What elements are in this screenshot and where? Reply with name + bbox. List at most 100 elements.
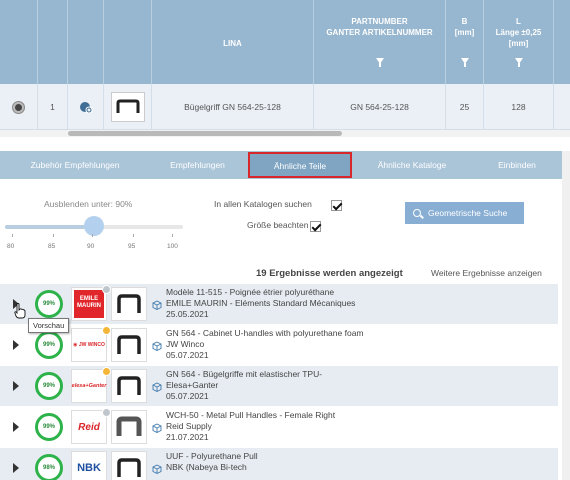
- table-row[interactable]: 1 Bügelgriff GN 564-25-128 GN 564-25-128…: [0, 84, 570, 130]
- supplier-logo[interactable]: Reid: [71, 410, 107, 444]
- supplier-logo[interactable]: NBK: [71, 451, 107, 480]
- result-row[interactable]: 98% NBK UUF - Polyurethane Pull NBK (Nab…: [0, 448, 558, 480]
- product-thumbnail[interactable]: [110, 92, 145, 122]
- handle-icon: [117, 294, 141, 313]
- search-all-catalogs-checkbox[interactable]: [331, 200, 342, 211]
- geometric-search-button[interactable]: Geometrische Suche: [405, 202, 524, 224]
- search-all-catalogs-label: In allen Katalogen suchen: [214, 199, 312, 209]
- header-lina-label: LINA: [223, 39, 242, 48]
- consider-size-label: Größe beachten: [247, 220, 309, 230]
- table-header: LINA PARTNUMBER GANTER ARTIKELNUMMER B […: [0, 0, 570, 84]
- supplier-badge-icon: [102, 285, 111, 294]
- product-thumbnail[interactable]: [111, 287, 147, 321]
- similarity-slider-thumb[interactable]: [84, 216, 104, 236]
- consider-size-checkbox[interactable]: [310, 221, 321, 232]
- filter-icon[interactable]: [514, 58, 523, 67]
- result-title[interactable]: WCH-50 - Metal Pull Handles - Female Rig…: [166, 410, 335, 421]
- result-row[interactable]: 99% ◉ JW WINCO GN 564 - Cabinet U-handle…: [0, 325, 558, 365]
- supplier-badge-icon: [102, 408, 111, 417]
- tab-similar-parts[interactable]: Ähnliche Teile: [248, 152, 352, 178]
- product-thumbnail[interactable]: [111, 369, 147, 403]
- handle-icon: [117, 458, 141, 477]
- result-title[interactable]: GN 564 - Bügelgriffe mit elastischer TPU…: [166, 369, 322, 380]
- header-b[interactable]: B [mm]: [446, 0, 484, 84]
- result-row[interactable]: 99% EMILE MAURIN Modèle 11-515 - Poignée …: [0, 284, 558, 324]
- result-row[interactable]: 99% Reid WCH-50 - Metal Pull Handles - F…: [0, 407, 558, 447]
- 3d-cube-icon[interactable]: [152, 382, 162, 392]
- slider-tick-label: 95: [128, 243, 136, 250]
- handle-icon: [116, 99, 139, 113]
- cart-icon[interactable]: [79, 101, 93, 113]
- result-date: 21.07.2021: [166, 432, 209, 442]
- header-actions: [68, 0, 104, 84]
- tab-accessory-recommendations[interactable]: Zubehör Empfehlungen: [0, 151, 150, 179]
- expand-caret-icon[interactable]: [13, 422, 19, 432]
- 3d-cube-icon[interactable]: [152, 300, 162, 310]
- 3d-cube-icon[interactable]: [152, 341, 162, 351]
- result-date: 05.07.2021: [166, 391, 209, 401]
- header-lina[interactable]: LINA: [152, 0, 314, 84]
- result-row[interactable]: 99% elesa+Ganter GN 564 - Bügelgriffe mi…: [0, 366, 558, 406]
- result-text: WCH-50 - Metal Pull Handles - Female Rig…: [166, 410, 335, 443]
- header-l[interactable]: L Länge ±0,25 [mm]: [484, 0, 554, 84]
- supplier-logo[interactable]: elesa+Ganter: [71, 369, 107, 403]
- result-title[interactable]: Modèle 11-515 - Poignée étrier polyuréth…: [166, 287, 355, 298]
- slider-tick-mark: [53, 234, 54, 237]
- header-l-label: L Länge ±0,25 [mm]: [495, 17, 542, 48]
- row-actions[interactable]: [68, 84, 104, 130]
- result-supplier: EMILE MAURIN - Eléments Standard Mécaniq…: [166, 298, 356, 308]
- row-partnumber: GN 564-25-128: [314, 84, 446, 130]
- supplier-badge-icon: [102, 326, 111, 335]
- product-thumbnail[interactable]: [111, 451, 147, 480]
- result-text: Modèle 11-515 - Poignée étrier polyuréth…: [166, 287, 355, 320]
- match-percent-badge: 98%: [35, 454, 63, 480]
- parts-table: LINA PARTNUMBER GANTER ARTIKELNUMMER B […: [0, 0, 570, 140]
- handle-icon: [117, 376, 141, 395]
- search-icon: [413, 209, 421, 217]
- product-thumbnail[interactable]: [111, 328, 147, 362]
- header-index: [38, 0, 68, 84]
- tab-embed[interactable]: Einbinden: [472, 151, 562, 179]
- 3d-cube-icon[interactable]: [152, 423, 162, 433]
- slider-tick-mark: [172, 234, 173, 237]
- more-results-link[interactable]: Weitere Ergebnisse anzeigen: [431, 268, 542, 278]
- vertical-scrollbar[interactable]: [562, 151, 570, 480]
- result-text: UUF - Polyurethane Pull NBK (Nabeya Bi-t…: [166, 451, 258, 473]
- header-partnumber[interactable]: PARTNUMBER GANTER ARTIKELNUMMER: [314, 0, 446, 84]
- expand-caret-icon[interactable]: [13, 340, 19, 350]
- result-text: GN 564 - Bügelgriffe mit elastischer TPU…: [166, 369, 322, 402]
- supplier-badge-icon: [102, 367, 111, 376]
- row-image[interactable]: [104, 84, 152, 130]
- hide-below-label: Ausblenden unter: 90%: [44, 199, 133, 209]
- filter-icon[interactable]: [460, 58, 469, 67]
- supplier-logo[interactable]: ◉ JW WINCO: [71, 328, 107, 362]
- match-percent-badge: 99%: [35, 290, 63, 318]
- result-title[interactable]: UUF - Polyurethane Pull: [166, 451, 258, 462]
- header-select: [0, 0, 38, 84]
- filter-icon[interactable]: [375, 58, 384, 67]
- radio-button[interactable]: [13, 101, 24, 113]
- header-image: [104, 0, 152, 84]
- row-lina: Bügelgriff GN 564-25-128: [152, 84, 314, 130]
- result-date: 05.07.2021: [166, 350, 209, 360]
- tab-bar: Zubehör Empfehlungen Empfehlungen Ähnlic…: [0, 151, 570, 179]
- geometric-search-label: Geometrische Suche: [428, 208, 508, 218]
- 3d-cube-icon[interactable]: [152, 464, 162, 474]
- header-partnumber-label: PARTNUMBER GANTER ARTIKELNUMMER: [326, 17, 433, 37]
- result-title[interactable]: GN 564 - Cabinet U-handles with polyuret…: [166, 328, 364, 339]
- supplier-logo[interactable]: EMILE MAURIN: [71, 287, 107, 321]
- result-supplier: JW Winco: [166, 339, 205, 349]
- product-thumbnail[interactable]: [111, 410, 147, 444]
- preview-tooltip: Vorschau: [28, 318, 70, 333]
- tab-recommendations[interactable]: Empfehlungen: [150, 151, 245, 179]
- horizontal-scrollbar-thumb[interactable]: [68, 131, 342, 136]
- slider-tick-mark: [12, 234, 13, 237]
- tab-similar-catalogs[interactable]: Ähnliche Kataloge: [352, 151, 472, 179]
- hand-cursor-icon: [14, 303, 26, 319]
- results-count: 19 Ergebnisse werden angezeigt: [256, 268, 403, 279]
- row-select[interactable]: [0, 84, 38, 130]
- handle-icon: [117, 335, 141, 354]
- expand-caret-icon[interactable]: [13, 381, 19, 391]
- expand-caret-icon[interactable]: [13, 463, 19, 473]
- slider-tick-mark: [92, 234, 93, 237]
